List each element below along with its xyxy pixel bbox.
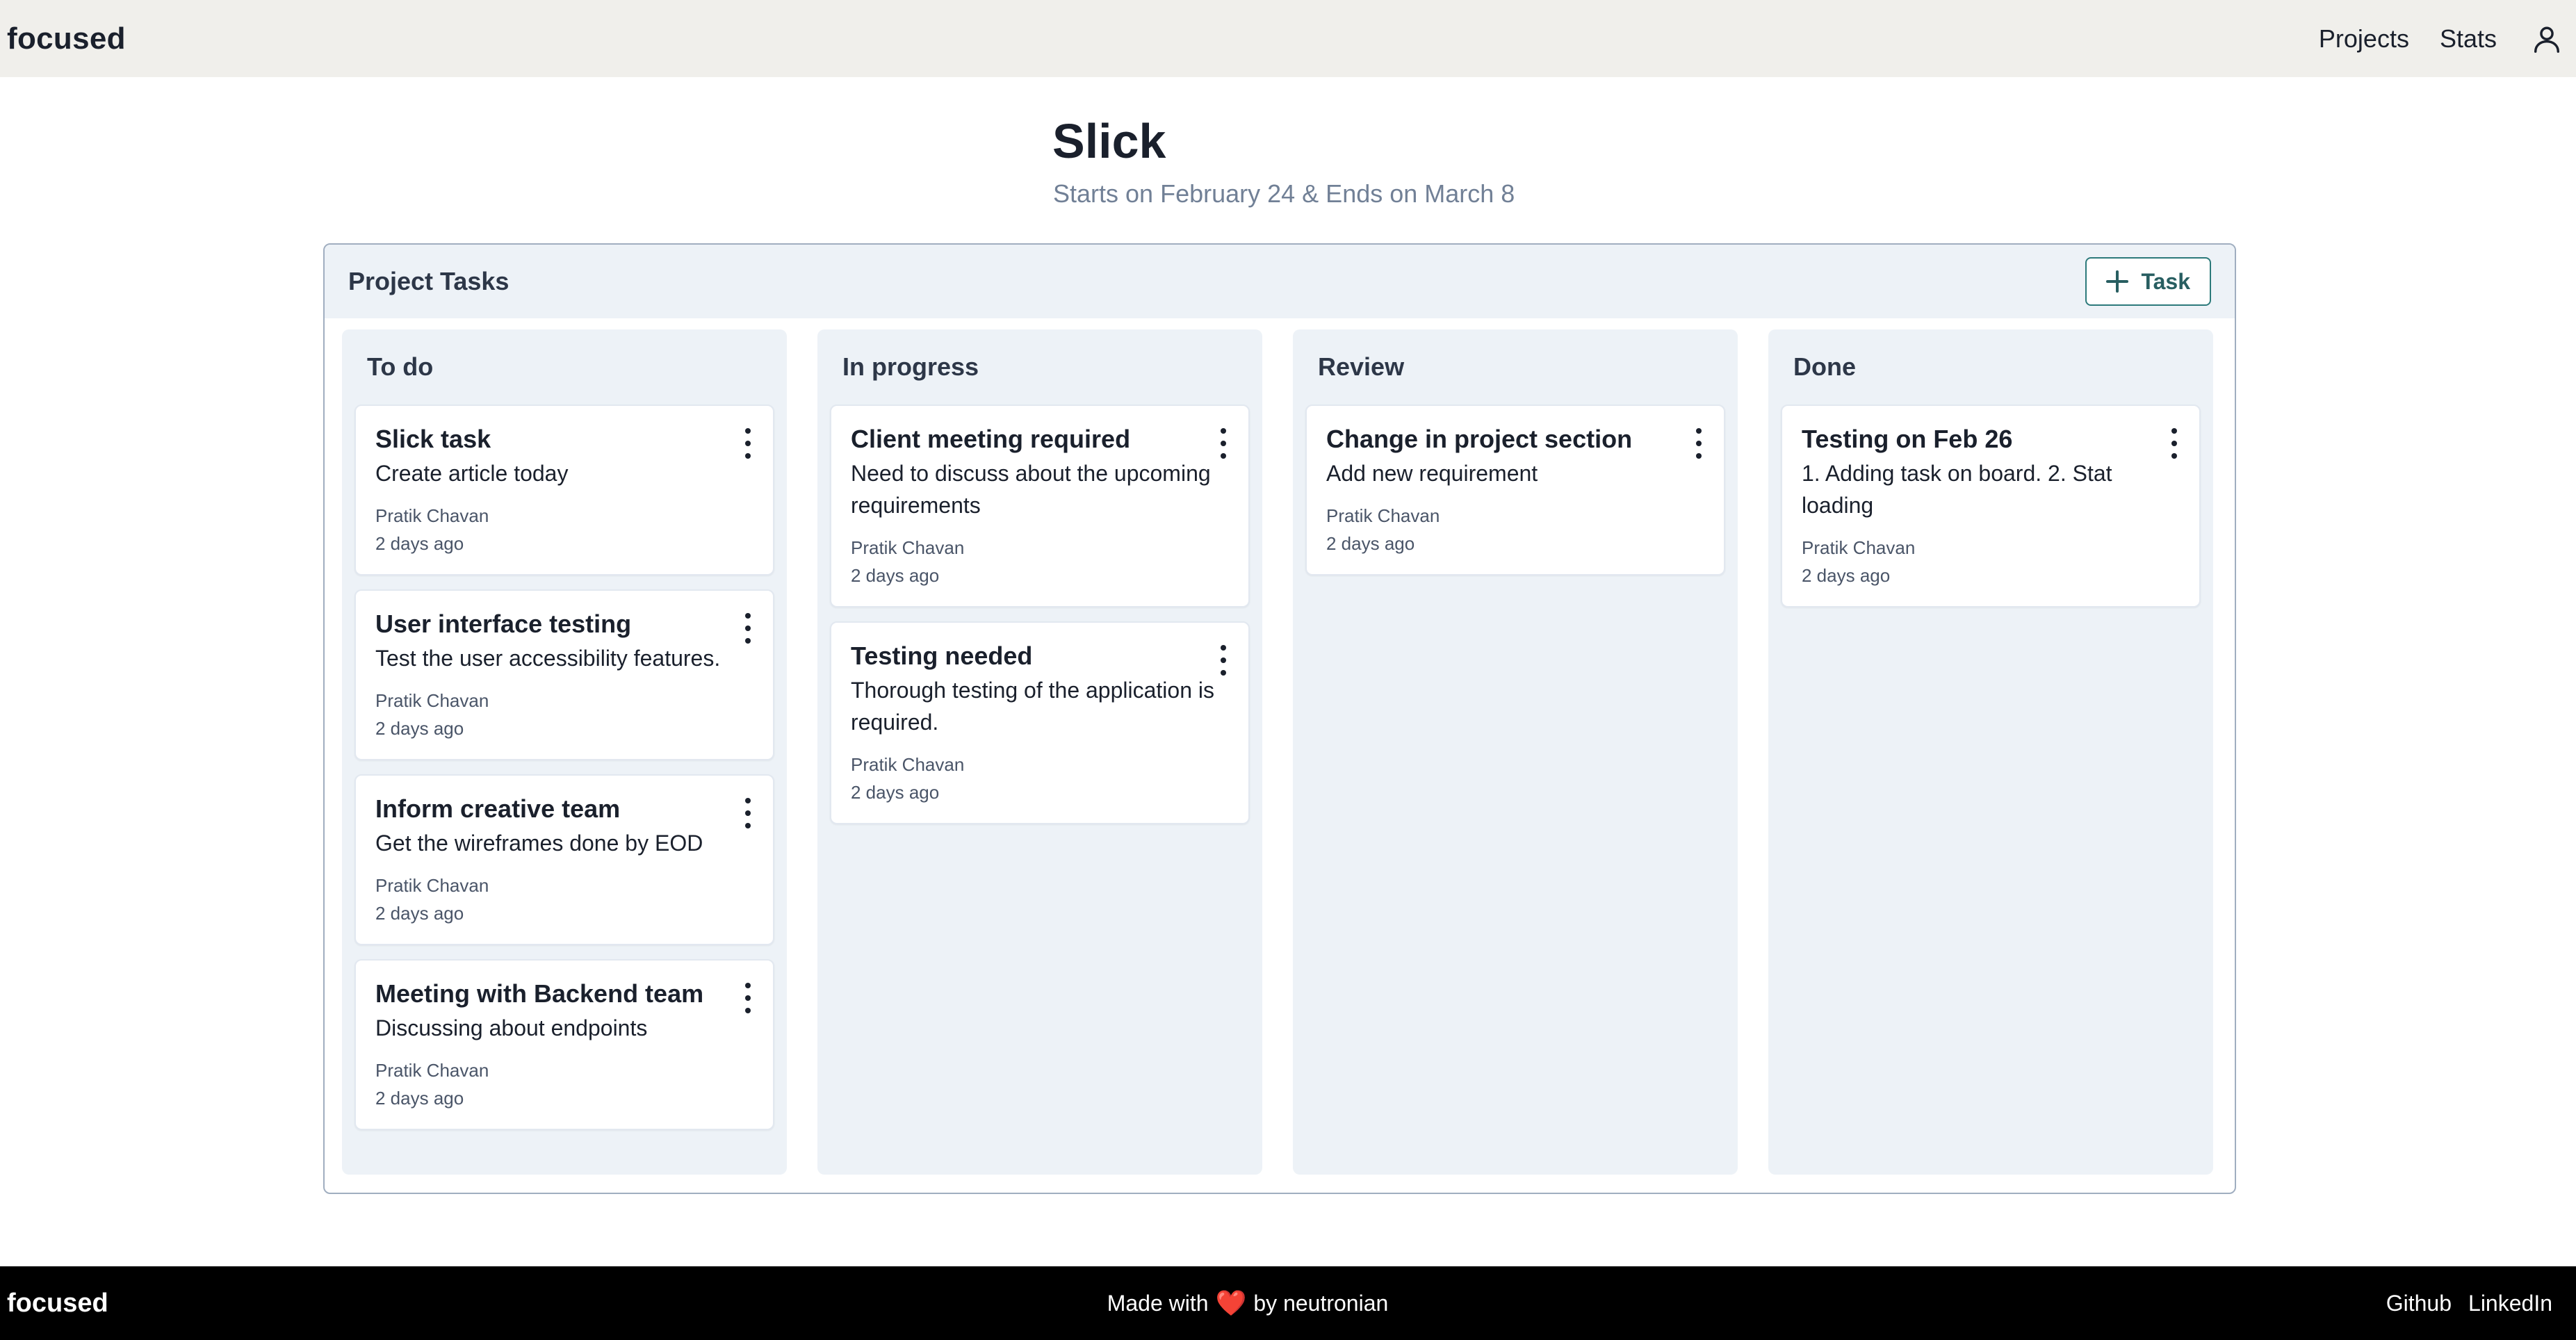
- task-description: Create article today: [375, 461, 569, 486]
- add-task-label: Task: [2141, 268, 2190, 294]
- task-timestamp: 2 days ago: [1326, 533, 1415, 554]
- plus-icon: [2106, 270, 2129, 293]
- task-title: Slick task: [375, 425, 491, 453]
- task-timestamp: 2 days ago: [375, 718, 464, 739]
- more-options-icon[interactable]: [740, 983, 756, 1013]
- column-title: To do: [367, 352, 434, 381]
- task-timestamp: 2 days ago: [851, 782, 940, 803]
- task-author: Pratik Chavan: [375, 875, 489, 896]
- more-options-icon[interactable]: [2166, 428, 2183, 459]
- main-nav: Projects Stats: [2319, 19, 2569, 58]
- task-author: Pratik Chavan: [851, 537, 965, 558]
- column-title: Review: [1318, 352, 1405, 381]
- card-list: Change in project section Add new requir…: [1305, 405, 1725, 575]
- card-list: Slick task Create article today Pratik C…: [354, 405, 774, 1130]
- task-description: Thorough testing of the application is r…: [851, 678, 1214, 735]
- heart-icon: ❤️: [1215, 1289, 1247, 1317]
- task-author: Pratik Chavan: [375, 690, 489, 711]
- column-review: Review Change in project section Add new…: [1293, 329, 1738, 1175]
- column-title: Done: [1793, 352, 1856, 381]
- task-card[interactable]: User interface testing Test the user acc…: [354, 589, 774, 760]
- card-list: Testing on Feb 26 1. Adding task on boar…: [1781, 405, 2201, 607]
- column-in-progress: In progress Client meeting required Need…: [817, 329, 1262, 1175]
- task-timestamp: 2 days ago: [375, 903, 464, 924]
- task-card[interactable]: Client meeting required Need to discuss …: [830, 405, 1250, 607]
- footer-credit: Made with ❤️ by neutronian: [0, 1266, 2495, 1340]
- more-options-icon[interactable]: [1215, 645, 1232, 676]
- brand-logo[interactable]: focused: [7, 22, 126, 56]
- page-footer: focused Made with ❤️ by neutronian Githu…: [0, 1266, 2576, 1340]
- task-author: Pratik Chavan: [375, 1060, 489, 1081]
- footer-made-suffix: by neutronian: [1253, 1290, 1389, 1316]
- card-list: Client meeting required Need to discuss …: [830, 405, 1250, 824]
- column-done: Done Testing on Feb 26 1. Adding task on…: [1768, 329, 2213, 1175]
- task-description: Get the wireframes done by EOD: [375, 831, 703, 856]
- footer-links: Github LinkedIn: [2386, 1266, 2552, 1340]
- project-title: Slick: [1052, 114, 1166, 168]
- task-title: Testing needed: [851, 642, 1033, 670]
- task-description: Discussing about endpoints: [375, 1015, 648, 1040]
- more-options-icon[interactable]: [740, 613, 756, 644]
- top-navbar: focused Projects Stats: [0, 0, 2576, 77]
- task-description: Test the user accessibility features.: [375, 646, 721, 671]
- task-title: Testing on Feb 26: [1802, 425, 2013, 453]
- board-title: Project Tasks: [348, 267, 510, 295]
- nav-stats-link[interactable]: Stats: [2440, 24, 2497, 54]
- user-icon[interactable]: [2527, 19, 2566, 58]
- linkedin-link[interactable]: LinkedIn: [2468, 1291, 2552, 1316]
- more-options-icon[interactable]: [1690, 428, 1707, 459]
- nav-projects-link[interactable]: Projects: [2319, 24, 2409, 54]
- more-options-icon[interactable]: [1215, 428, 1232, 459]
- add-task-button[interactable]: Task: [2085, 257, 2211, 306]
- task-author: Pratik Chavan: [1326, 505, 1440, 526]
- task-card[interactable]: Testing on Feb 26 1. Adding task on boar…: [1781, 405, 2201, 607]
- task-author: Pratik Chavan: [851, 754, 965, 775]
- more-options-icon[interactable]: [740, 798, 756, 828]
- task-author: Pratik Chavan: [375, 505, 489, 526]
- task-timestamp: 2 days ago: [375, 533, 464, 554]
- task-timestamp: 2 days ago: [851, 565, 940, 586]
- github-link[interactable]: Github: [2386, 1291, 2452, 1316]
- board-header: Project Tasks Task: [325, 245, 2235, 318]
- task-description: Add new requirement: [1326, 461, 1538, 486]
- task-card[interactable]: Slick task Create article today Pratik C…: [354, 405, 774, 575]
- task-title: Inform creative team: [375, 794, 621, 823]
- task-title: User interface testing: [375, 610, 632, 638]
- column-todo: To do Slick task Create article today Pr…: [342, 329, 787, 1175]
- more-options-icon[interactable]: [740, 428, 756, 459]
- project-dates: Starts on February 24 & Ends on March 8: [1053, 179, 1515, 208]
- task-title: Meeting with Backend team: [375, 979, 704, 1008]
- task-description: Need to discuss about the upcoming requi…: [851, 461, 1211, 518]
- task-card[interactable]: Testing needed Thorough testing of the a…: [830, 621, 1250, 824]
- task-title: Client meeting required: [851, 425, 1131, 453]
- column-title: In progress: [842, 352, 979, 381]
- task-card[interactable]: Inform creative team Get the wireframes …: [354, 774, 774, 945]
- task-card[interactable]: Meeting with Backend team Discussing abo…: [354, 959, 774, 1130]
- task-timestamp: 2 days ago: [1802, 565, 1891, 586]
- footer-made-prefix: Made with: [1107, 1290, 1209, 1316]
- task-author: Pratik Chavan: [1802, 537, 1916, 558]
- task-description: 1. Adding task on board. 2. Stat loading: [1802, 461, 2112, 518]
- task-title: Change in project section: [1326, 425, 1633, 453]
- task-timestamp: 2 days ago: [375, 1088, 464, 1109]
- task-card[interactable]: Change in project section Add new requir…: [1305, 405, 1725, 575]
- project-tasks-board: Project Tasks Task To do Slick task Crea…: [323, 243, 2236, 1194]
- board-columns: To do Slick task Create article today Pr…: [342, 329, 2213, 1175]
